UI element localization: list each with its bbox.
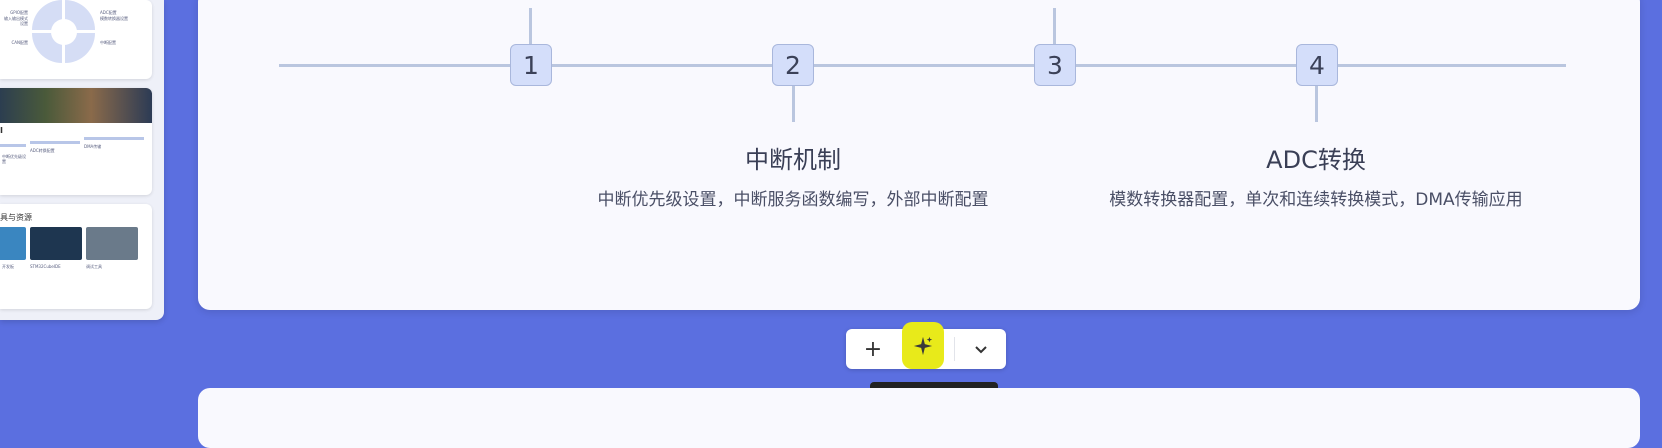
thumb-text: CAN配置	[11, 40, 28, 45]
slide-thumbnail[interactable]: GPIO配置 输入输出模式设置 ADC配置 模数转换器设置 CAN配置 中断配置	[0, 0, 152, 79]
thumb-text: 调试工具	[86, 264, 102, 269]
step-number-4: 4	[1296, 44, 1338, 86]
step-desc-2: 中断优先级设置，中断服务函数编写，外部中断配置	[597, 190, 989, 210]
thumb-text: DMA传输	[84, 144, 102, 149]
thumb-image	[86, 227, 138, 260]
thumb-text: 中断优先级设置	[2, 154, 26, 164]
thumb-image	[30, 227, 82, 260]
slide-photo	[0, 88, 152, 123]
slide-thumbnail[interactable]: 具与资源 开发板 STM32CubeIDE 调试工具	[0, 204, 152, 309]
thumb-text: 模数转换器设置	[100, 16, 128, 21]
next-slide-card[interactable]	[198, 388, 1640, 448]
plus-icon: +	[863, 336, 883, 362]
chevron-down-icon	[975, 346, 987, 354]
thumb-heading: 具与资源	[0, 213, 32, 222]
thumb-text: STM32CubeIDE	[30, 264, 61, 269]
step-desc-4: 模数转换器配置，单次和连续转换模式，DMA传输应用	[1109, 190, 1523, 210]
timeline-connector	[792, 86, 795, 122]
thumb-heading: I	[0, 126, 3, 135]
sparkle-icon	[913, 336, 933, 355]
add-card-button[interactable]: +	[848, 329, 898, 369]
pie-graphic	[32, 0, 96, 64]
thumb-text: 中断配置	[100, 40, 116, 45]
slide-thumbnail[interactable]: I 中断优先级设置 ADC转换配置 DMA传输	[0, 88, 152, 195]
timeline-connector	[1053, 8, 1056, 44]
thumb-text: 开发板	[2, 264, 14, 269]
slide-thumbnail-panel: GPIO配置 输入输出模式设置 ADC配置 模数转换器设置 CAN配置 中断配置…	[0, 0, 164, 320]
step-title-2: 中断机制	[745, 146, 841, 174]
thumb-text: ADC转换配置	[30, 148, 55, 153]
thumb-text: 输入输出模式设置	[4, 16, 28, 26]
add-card-toolbar: +	[846, 322, 1006, 369]
toolbar-divider	[954, 337, 955, 361]
timeline-connector	[1315, 86, 1318, 122]
thumb-text: GPIO配置	[10, 10, 28, 15]
timeline-line	[279, 64, 1566, 67]
ai-add-card-button[interactable]	[902, 322, 944, 369]
step-number-1: 1	[510, 44, 552, 86]
thumb-image	[0, 227, 26, 260]
more-options-button[interactable]	[956, 329, 1006, 369]
step-title-4: ADC转换	[1266, 146, 1366, 174]
step-number-3: 3	[1034, 44, 1076, 86]
step-number-2: 2	[772, 44, 814, 86]
thumb-text: ADC配置	[100, 10, 117, 15]
timeline-connector	[529, 8, 532, 44]
